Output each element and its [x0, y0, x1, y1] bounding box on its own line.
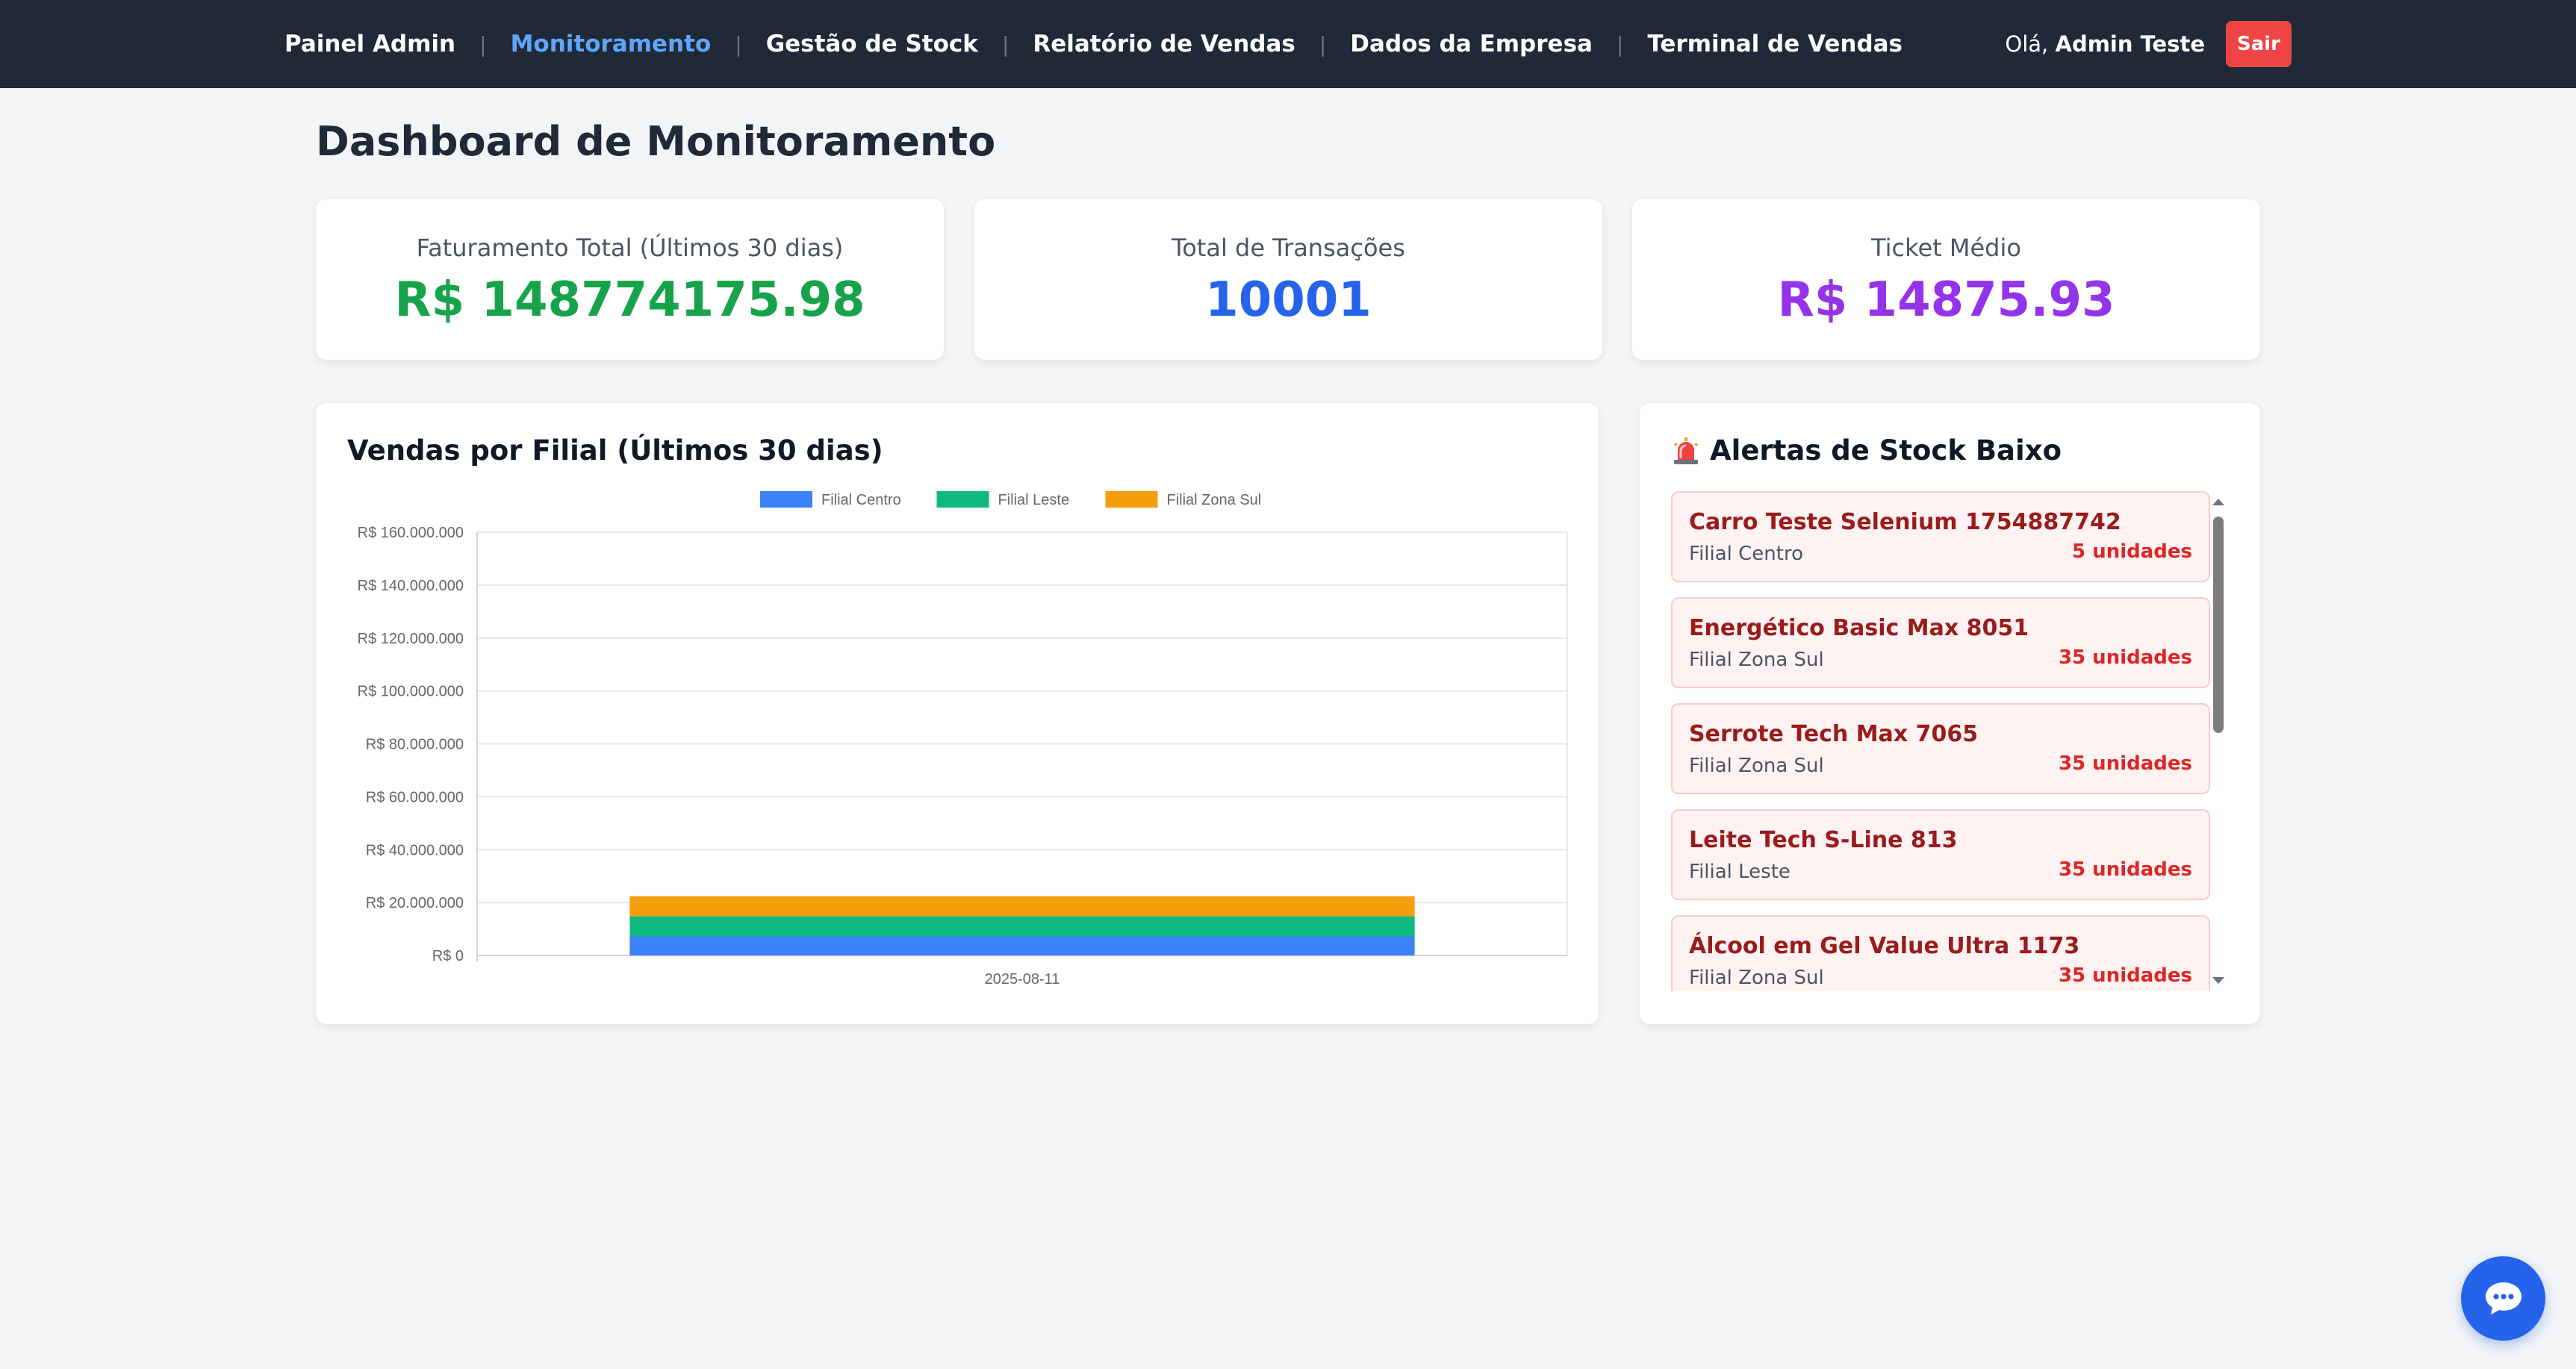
alerts-title: Alertas de Stock Baixo: [1671, 434, 2062, 467]
nav-separator: |: [1001, 31, 1009, 57]
alert-quantity: 35 unidades: [2058, 964, 2192, 987]
top-navbar: Painel Admin | Monitoramento | Gestão de…: [0, 0, 2576, 88]
siren-icon: [1674, 437, 1698, 464]
alert-item[interactable]: Álcool em Gel Value Ultra 1173 Filial Zo…: [1671, 915, 2210, 991]
y-tick-label: R$ 0: [432, 948, 464, 964]
nav-link-painel-admin[interactable]: Painel Admin: [284, 31, 455, 57]
alerts-list[interactable]: Carro Teste Selenium 1754887742 Filial C…: [1671, 491, 2231, 991]
nav-link-relatorio-de-vendas[interactable]: Relatório de Vendas: [1033, 31, 1295, 57]
scroll-up-arrow-icon[interactable]: [2212, 499, 2224, 505]
page-title: Dashboard de Monitoramento: [316, 118, 996, 165]
alert-product-name: Leite Tech S-Line 813: [1689, 827, 1958, 853]
y-tick-label: R$ 80.000.000: [366, 737, 464, 753]
nav-separator: |: [1616, 31, 1624, 57]
y-tick-label: R$ 120.000.000: [358, 631, 464, 647]
y-tick-label: R$ 100.000.000: [358, 684, 464, 700]
kpi-card-revenue: Faturamento Total (Últimos 30 dias) R$ 1…: [316, 199, 944, 360]
y-tick-label: R$ 140.000.000: [358, 578, 464, 594]
alert-quantity: 5 unidades: [2072, 540, 2192, 563]
alerts-scrollbar[interactable]: [2210, 491, 2227, 991]
nav-link-dados-da-empresa[interactable]: Dados da Empresa: [1350, 31, 1593, 57]
legend-swatch: [760, 491, 812, 508]
alert-quantity: 35 unidades: [2058, 858, 2192, 881]
y-tick-label: R$ 60.000.000: [366, 789, 464, 805]
legend-swatch: [936, 491, 989, 508]
y-tick-label: R$ 160.000.000: [358, 525, 464, 541]
nav-separator: |: [1319, 31, 1327, 57]
alerts-title-text: Alertas de Stock Baixo: [1710, 434, 2062, 467]
kpi-label: Ticket Médio: [1871, 234, 2021, 262]
nav-separator: |: [735, 31, 742, 57]
alert-item[interactable]: Energético Basic Max 8051 Filial Zona Su…: [1671, 597, 2210, 688]
legend-label: Filial Centro: [821, 492, 901, 508]
kpi-label: Total de Transações: [1172, 234, 1405, 262]
alert-product-name: Álcool em Gel Value Ultra 1173: [1689, 933, 2080, 959]
user-area: Olá, Admin Teste Sair: [2005, 0, 2292, 88]
alert-product-name: Serrote Tech Max 7065: [1689, 721, 1979, 747]
alert-item[interactable]: Leite Tech S-Line 813 Filial Leste 35 un…: [1671, 809, 2210, 900]
bar-segment: [629, 896, 1415, 917]
alert-product-name: Energético Basic Max 8051: [1689, 615, 2029, 641]
chat-button[interactable]: [2461, 1256, 2545, 1341]
user-name: Admin Teste: [2055, 31, 2206, 57]
kpi-card-average-ticket: Ticket Médio R$ 14875.93: [1632, 199, 2260, 360]
kpi-value: R$ 148774175.98: [394, 272, 865, 328]
kpi-card-transactions: Total de Transações 10001: [974, 199, 1602, 360]
kpi-label: Faturamento Total (Últimos 30 dias): [416, 234, 844, 262]
bar-segment: [629, 936, 1415, 955]
kpi-value: R$ 14875.93: [1777, 272, 2115, 328]
legend-label: Filial Zona Sul: [1167, 492, 1262, 508]
legend-label: Filial Leste: [998, 492, 1070, 508]
kpi-value: 10001: [1205, 272, 1372, 328]
nav-links: Painel Admin | Monitoramento | Gestão de…: [284, 0, 1903, 88]
y-tick-label: R$ 40.000.000: [366, 842, 464, 858]
alert-item[interactable]: Serrote Tech Max 7065 Filial Zona Sul 35…: [1671, 703, 2210, 794]
greeting-prefix: Olá,: [2005, 31, 2049, 57]
bar-segment: [629, 916, 1415, 937]
logout-button[interactable]: Sair: [2226, 21, 2292, 67]
alert-quantity: 35 unidades: [2058, 646, 2192, 669]
nav-link-monitoramento[interactable]: Monitoramento: [511, 31, 712, 57]
low-stock-alerts-card: Alertas de Stock Baixo Carro Teste Selen…: [1640, 403, 2260, 1024]
legend-swatch: [1105, 491, 1158, 508]
alert-product-name: Carro Teste Selenium 1754887742: [1689, 509, 2121, 535]
nav-separator: |: [479, 31, 487, 57]
y-tick-label: R$ 20.000.000: [366, 895, 464, 911]
scroll-down-arrow-icon[interactable]: [2212, 977, 2224, 984]
sales-chart: R$ 160.000.000 R$ 140.000.000 R$ 120.000.0…: [358, 491, 1568, 988]
scrollbar-thumb[interactable]: [2213, 517, 2224, 733]
nav-link-terminal-de-vendas[interactable]: Terminal de Vendas: [1647, 31, 1903, 57]
user-greeting: Olá, Admin Teste: [2005, 31, 2205, 57]
nav-link-gestao-de-stock[interactable]: Gestão de Stock: [766, 31, 978, 57]
chat-bubble-icon: [2485, 1282, 2521, 1315]
sales-by-branch-card: Vendas por Filial (Últimos 30 dias) R$ 1…: [316, 403, 1599, 1024]
alert-item[interactable]: Carro Teste Selenium 1754887742 Filial C…: [1671, 491, 2210, 582]
x-tick-label: 2025-08-11: [985, 971, 1060, 988]
alert-quantity: 35 unidades: [2058, 752, 2192, 775]
